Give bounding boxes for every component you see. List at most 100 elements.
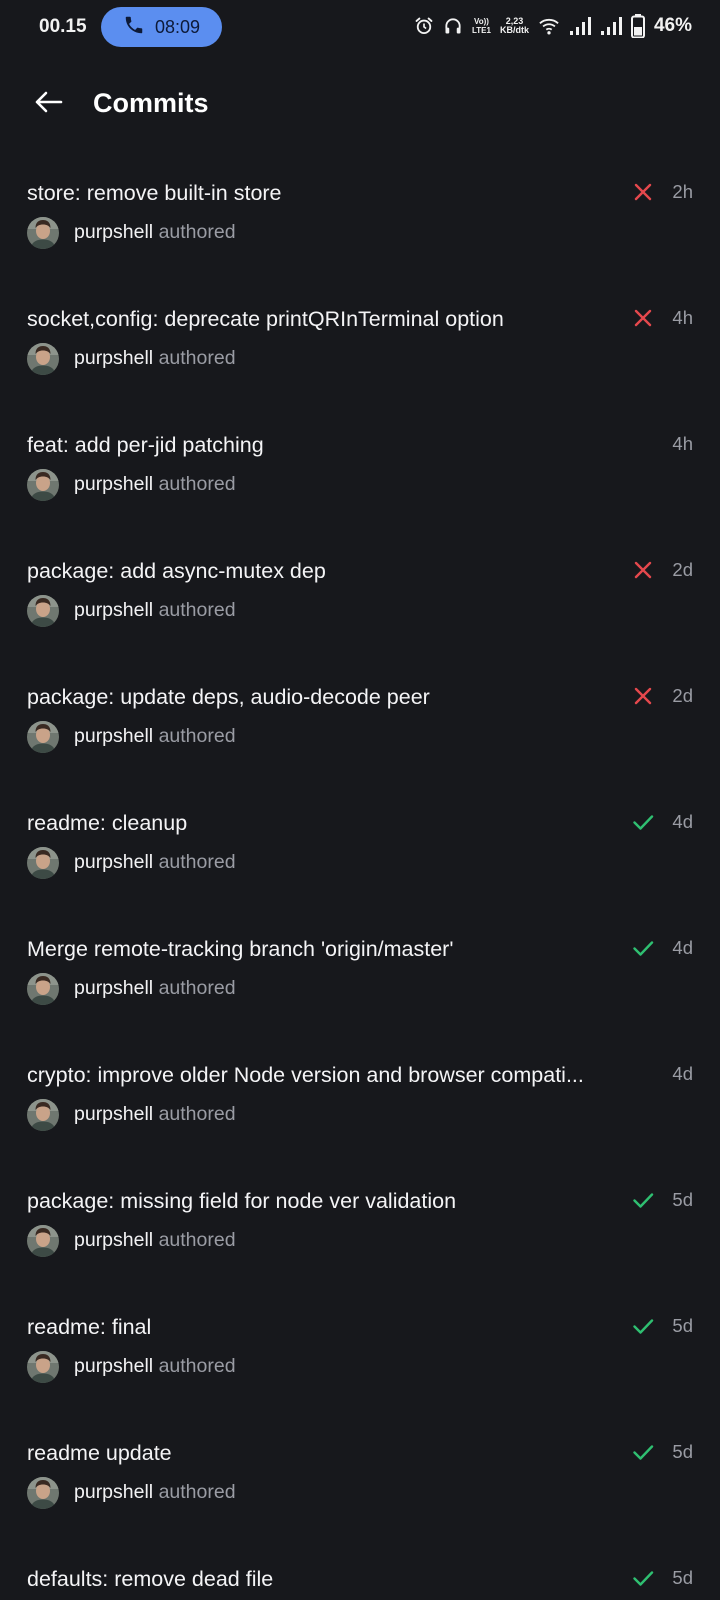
commit-age: 2h bbox=[672, 181, 693, 202]
commit-title: package: add async-mutex dep bbox=[27, 559, 326, 583]
author-name[interactable]: purpshell bbox=[74, 1229, 153, 1251]
author-line: purpshell authored bbox=[74, 1103, 236, 1126]
signal-sim1-icon bbox=[569, 17, 591, 35]
commit-age: 5d bbox=[672, 1567, 693, 1588]
author-name[interactable]: purpshell bbox=[74, 473, 153, 495]
commit-row[interactable]: socket,config: deprecate printQRInTermin… bbox=[0, 286, 720, 412]
commit-list: store: remove built-in store 2h purpshel… bbox=[0, 160, 720, 1600]
volte-indicator: Vo)) LTE1 bbox=[472, 17, 491, 35]
commit-row[interactable]: store: remove built-in store 2h purpshel… bbox=[0, 160, 720, 286]
commit-row[interactable]: readme: cleanup 4d purpshell authored bbox=[0, 790, 720, 916]
commit-title: package: missing field for node ver vali… bbox=[27, 1189, 457, 1213]
author-name[interactable]: purpshell bbox=[74, 1103, 153, 1125]
status-icons: Vo)) LTE1 2,23 KB/dtk 46% bbox=[414, 12, 692, 40]
author-line: purpshell authored bbox=[74, 1229, 236, 1252]
author-action: authored bbox=[158, 221, 236, 243]
alarm-icon bbox=[414, 16, 434, 36]
author-avatar[interactable] bbox=[27, 973, 59, 1005]
status-time: 00.15 bbox=[39, 16, 87, 37]
phone-icon bbox=[123, 14, 145, 41]
check-success-icon bbox=[632, 937, 654, 959]
x-fail-icon bbox=[632, 559, 654, 581]
commit-title: crypto: improve older Node version and b… bbox=[27, 1063, 584, 1087]
x-fail-icon bbox=[632, 685, 654, 707]
commit-age: 5d bbox=[672, 1441, 693, 1462]
author-action: authored bbox=[158, 1103, 236, 1125]
author-line: purpshell authored bbox=[74, 977, 236, 1000]
author-name[interactable]: purpshell bbox=[74, 347, 153, 369]
author-line: purpshell authored bbox=[74, 599, 236, 622]
network-speed: 2,23 KB/dtk bbox=[499, 16, 529, 35]
call-timer: 08:09 bbox=[154, 16, 201, 37]
author-name[interactable]: purpshell bbox=[74, 221, 153, 243]
commit-title: readme: cleanup bbox=[27, 811, 188, 835]
status-bar: 00.15 08:09 Vo)) LTE1 2,23 KB/dtk 46% bbox=[0, 0, 720, 52]
author-action: authored bbox=[158, 473, 236, 495]
commit-row[interactable]: package: missing field for node ver vali… bbox=[0, 1168, 720, 1294]
author-action: authored bbox=[158, 1481, 236, 1503]
commit-age: 4h bbox=[672, 433, 693, 454]
author-name[interactable]: purpshell bbox=[74, 977, 153, 999]
commit-age: 5d bbox=[672, 1189, 693, 1210]
ongoing-call-chip[interactable]: 08:09 bbox=[101, 7, 222, 47]
check-success-icon bbox=[632, 1441, 654, 1463]
arrow-left-icon bbox=[33, 90, 63, 119]
battery-percent: 46% bbox=[653, 15, 692, 36]
author-name[interactable]: purpshell bbox=[74, 1355, 153, 1377]
author-avatar[interactable] bbox=[27, 1225, 59, 1257]
commit-row[interactable]: readme update 5d purpshell authored bbox=[0, 1420, 720, 1546]
page-title: Commits bbox=[93, 88, 209, 118]
author-line: purpshell authored bbox=[74, 473, 236, 496]
author-action: authored bbox=[158, 1229, 236, 1251]
author-avatar[interactable] bbox=[27, 721, 59, 753]
battery-icon bbox=[630, 14, 645, 38]
commit-age: 5d bbox=[672, 1315, 693, 1336]
author-action: authored bbox=[158, 599, 236, 621]
author-action: authored bbox=[158, 977, 236, 999]
author-avatar[interactable] bbox=[27, 469, 59, 501]
commit-age: 4d bbox=[672, 1063, 693, 1084]
check-success-icon bbox=[632, 1315, 654, 1337]
commit-title: package: update deps, audio-decode peer bbox=[27, 685, 430, 709]
author-name[interactable]: purpshell bbox=[74, 599, 153, 621]
check-success-icon bbox=[632, 811, 654, 833]
commit-age: 4d bbox=[672, 937, 693, 958]
check-success-icon bbox=[632, 1189, 654, 1211]
author-avatar[interactable] bbox=[27, 1099, 59, 1131]
check-success-icon bbox=[632, 1567, 654, 1589]
author-name[interactable]: purpshell bbox=[74, 851, 153, 873]
author-line: purpshell authored bbox=[74, 221, 236, 244]
author-avatar[interactable] bbox=[27, 847, 59, 879]
commit-title: readme update bbox=[27, 1441, 172, 1465]
author-action: authored bbox=[158, 851, 236, 873]
commit-row[interactable]: crypto: improve older Node version and b… bbox=[0, 1042, 720, 1168]
author-line: purpshell authored bbox=[74, 1355, 236, 1378]
author-avatar[interactable] bbox=[27, 343, 59, 375]
commit-row[interactable]: defaults: remove dead file 5d purpshell … bbox=[0, 1546, 720, 1600]
author-name[interactable]: purpshell bbox=[74, 725, 153, 747]
commit-row[interactable]: package: update deps, audio-decode peer … bbox=[0, 664, 720, 790]
commit-title: defaults: remove dead file bbox=[27, 1567, 274, 1591]
commit-title: Merge remote-tracking branch 'origin/mas… bbox=[27, 937, 454, 961]
headphones-icon bbox=[443, 16, 463, 36]
author-line: purpshell authored bbox=[74, 725, 236, 748]
commit-row[interactable]: package: add async-mutex dep 2d purpshel… bbox=[0, 538, 720, 664]
author-name[interactable]: purpshell bbox=[74, 1481, 153, 1503]
back-button[interactable] bbox=[28, 84, 68, 124]
signal-sim2-icon bbox=[600, 17, 622, 35]
commit-row[interactable]: feat: add per-jid patching 4h purpshell … bbox=[0, 412, 720, 538]
author-action: authored bbox=[158, 725, 236, 747]
author-avatar[interactable] bbox=[27, 217, 59, 249]
x-fail-icon bbox=[632, 181, 654, 203]
commit-title: socket,config: deprecate printQRInTermin… bbox=[27, 307, 504, 331]
author-avatar[interactable] bbox=[27, 595, 59, 627]
author-avatar[interactable] bbox=[27, 1351, 59, 1383]
wifi-icon bbox=[538, 16, 560, 36]
commit-row[interactable]: Merge remote-tracking branch 'origin/mas… bbox=[0, 916, 720, 1042]
commit-age: 2d bbox=[672, 685, 693, 706]
author-avatar[interactable] bbox=[27, 1477, 59, 1509]
commit-title: readme: final bbox=[27, 1315, 152, 1339]
commit-title: feat: add per-jid patching bbox=[27, 433, 264, 457]
commit-row[interactable]: readme: final 5d purpshell authored bbox=[0, 1294, 720, 1420]
x-fail-icon bbox=[632, 307, 654, 329]
